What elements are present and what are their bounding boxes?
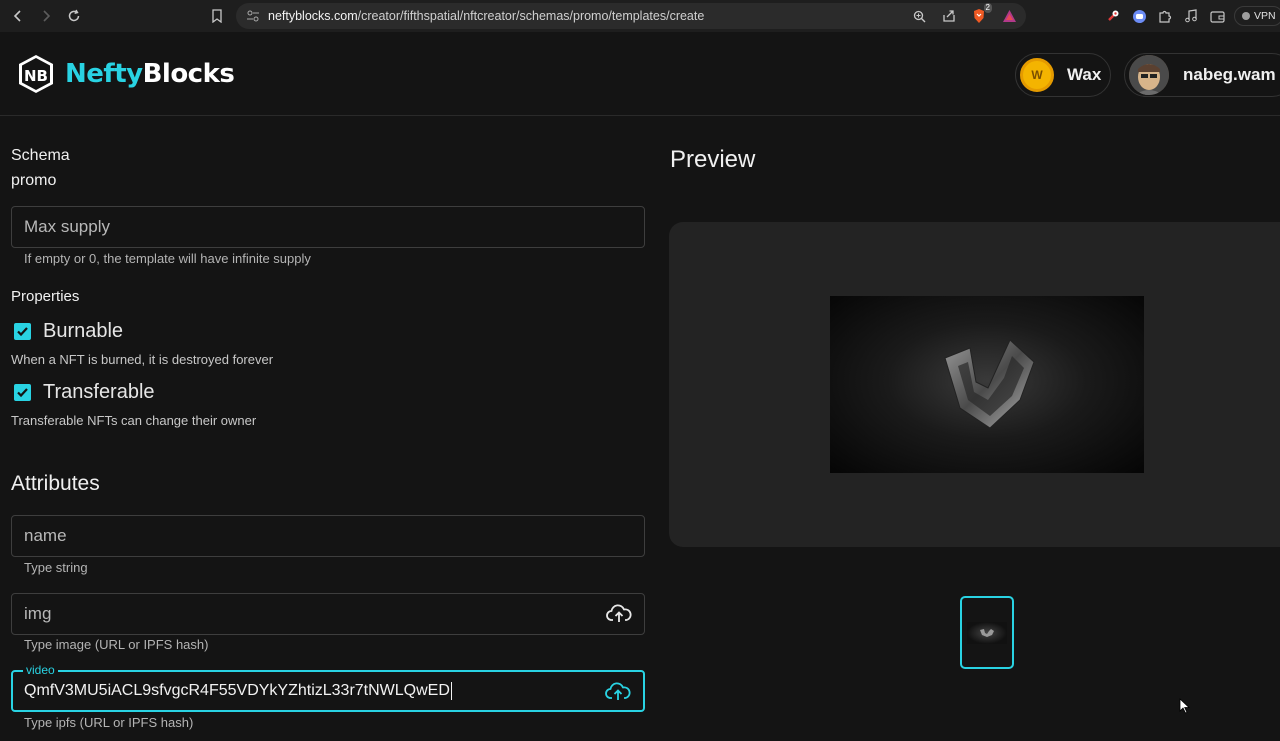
reload-icon[interactable] <box>60 2 88 30</box>
mouse-cursor-icon <box>1179 698 1191 714</box>
max-supply-help: If empty or 0, the template will have in… <box>24 251 311 266</box>
check-icon <box>17 327 28 337</box>
brave-rewards-icon[interactable] <box>1000 7 1018 25</box>
avatar <box>1129 55 1169 95</box>
attribute-video-value-wrap: QmfV3MU5iACL9sfvgcR4F55VDYkYZhtizL33r7tN… <box>24 681 452 700</box>
transferable-help: Transferable NFTs can change their owner <box>11 413 257 428</box>
attribute-video-input[interactable]: video QmfV3MU5iACL9sfvgcR4F55VDYkYZhtizL… <box>11 663 645 712</box>
attribute-img-help: Type image (URL or IPFS hash) <box>24 637 209 652</box>
brave-shields-icon[interactable]: 2 <box>970 3 992 25</box>
extensions-icon[interactable] <box>1156 7 1174 25</box>
schema-value: promo <box>11 172 57 189</box>
transferable-checkbox[interactable] <box>14 384 31 401</box>
vpn-icon <box>1242 12 1250 20</box>
schema-label: Schema <box>11 147 70 164</box>
transferable-label: Transferable <box>43 381 155 403</box>
logo-mark-text: NB <box>24 67 48 85</box>
burnable-checkbox-row[interactable]: Burnable <box>14 320 123 343</box>
thumbnail-image <box>967 621 1007 644</box>
wallet-chain-button[interactable]: W Wax <box>1015 53 1111 97</box>
preview-title: Preview <box>670 146 756 173</box>
template-form: Schema promo Max supply If empty or 0, t… <box>0 117 660 741</box>
cloud-upload-icon[interactable] <box>605 681 631 703</box>
attribute-video-value: QmfV3MU5iACL9sfvgcR4F55VDYkYZhtizL33r7tN… <box>24 682 450 700</box>
extension-key-icon[interactable] <box>1104 7 1122 25</box>
logo-text-nefty: Nefty <box>65 59 143 89</box>
attribute-video-legend: video <box>23 663 58 677</box>
transferable-checkbox-row[interactable]: Transferable <box>14 381 155 404</box>
burnable-checkbox[interactable] <box>14 323 31 340</box>
logo-cube-icon: NB <box>19 55 53 93</box>
brave-badge: 2 <box>983 3 992 13</box>
preview-thumbnail[interactable] <box>960 596 1014 669</box>
zoom-icon[interactable] <box>910 7 928 25</box>
username-label: nabeg.wam <box>1183 65 1276 84</box>
attributes-title: Attributes <box>11 472 100 495</box>
wallet-icon[interactable] <box>1208 7 1226 25</box>
media-icon[interactable] <box>1182 7 1200 25</box>
attribute-img-input[interactable]: img <box>11 593 645 635</box>
wax-coin-letter: W <box>1031 68 1043 82</box>
vpn-label: VPN <box>1254 10 1276 22</box>
wallet-chain-label: Wax <box>1067 65 1102 84</box>
logo-text-blocks: Blocks <box>142 59 235 89</box>
attribute-img-placeholder: img <box>24 604 52 623</box>
extension-chat-icon[interactable] <box>1130 7 1148 25</box>
site-settings-icon[interactable] <box>246 9 260 23</box>
cloud-upload-icon[interactable] <box>606 603 632 625</box>
max-supply-placeholder: Max supply <box>24 217 110 236</box>
browser-toolbar: neftyblocks.com/creator/fifthspatial/nft… <box>0 0 1280 32</box>
neftyblocks-logo[interactable]: NB NeftyBlocks <box>15 53 235 95</box>
url-host: neftyblocks.com <box>268 9 358 23</box>
text-caret <box>450 681 452 700</box>
forward-icon[interactable] <box>32 2 60 30</box>
attribute-video-help: Type ipfs (URL or IPFS hash) <box>24 715 194 730</box>
preview-logo-image <box>944 339 1035 429</box>
url-path: /creator/fifthspatial/nftcreator/schemas… <box>357 9 705 23</box>
vpn-button[interactable]: VPN <box>1234 6 1280 26</box>
logo-text: NeftyBlocks <box>65 59 235 89</box>
burnable-help: When a NFT is burned, it is destroyed fo… <box>11 352 274 367</box>
attribute-name-input[interactable]: name <box>11 515 645 557</box>
preview-video[interactable] <box>830 296 1144 473</box>
user-account-button[interactable]: nabeg.wam <box>1124 53 1280 97</box>
burnable-label: Burnable <box>43 320 124 342</box>
url-text: neftyblocks.com/creator/fifthspatial/nft… <box>268 9 704 23</box>
address-bar[interactable]: neftyblocks.com/creator/fifthspatial/nft… <box>236 3 1026 29</box>
site-header: NB NeftyBlocks W Wax nabeg.wam <box>0 32 1280 116</box>
properties-label: Properties <box>11 288 80 305</box>
share-icon[interactable] <box>940 7 958 25</box>
bookmark-icon[interactable] <box>208 7 226 25</box>
wax-coin-icon: W <box>1020 58 1054 92</box>
back-icon[interactable] <box>4 2 32 30</box>
attribute-name-help: Type string <box>24 560 88 575</box>
attribute-name-placeholder: name <box>24 526 67 545</box>
check-icon <box>17 388 28 398</box>
max-supply-input[interactable]: Max supply <box>11 206 645 248</box>
